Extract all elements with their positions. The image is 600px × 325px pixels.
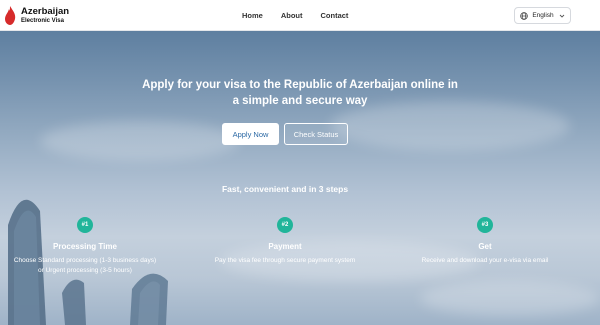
steps-heading: Fast, convenient and in 3 steps — [221, 184, 349, 194]
nav-home-link[interactable]: Home — [242, 11, 263, 20]
step-card: #1 Processing Time Choose Standard proce… — [0, 217, 180, 276]
step-title: Get — [478, 242, 492, 251]
step-description: Receive and download your e-visa via ema… — [390, 256, 580, 266]
language-label: English — [532, 12, 554, 19]
step-badge: #1 — [77, 217, 93, 233]
step-badge: #2 — [277, 217, 293, 233]
step-card: #2 Payment Pay the visa fee through secu… — [190, 217, 380, 266]
globe-icon — [520, 11, 529, 20]
step-description-line: Choose Standard processing (1-3 business… — [13, 257, 157, 264]
header-bar: Azerbaijan Electronic Visa Home About Co… — [0, 0, 600, 31]
step-description-line: Receive and download your e-visa via ema… — [421, 257, 549, 264]
hero-title-line2: a simple and secure way — [232, 95, 368, 107]
cloud — [420, 281, 600, 316]
language-selector[interactable]: English — [514, 7, 571, 24]
brand-subtitle: Electronic Visa — [21, 18, 64, 25]
hero-title-line1: Apply for your visa to the Republic of A… — [142, 79, 458, 91]
step-title: Payment — [268, 242, 302, 251]
step-description: Pay the visa fee through secure payment … — [190, 256, 380, 266]
brand-logo[interactable]: Azerbaijan Electronic Visa — [3, 5, 69, 26]
brand-title: Azerbaijan — [21, 5, 70, 17]
hero-title: Apply for your visa to the Republic of A… — [0, 77, 600, 109]
nav-contact-link[interactable]: Contact — [321, 11, 349, 20]
step-badge: #3 — [477, 217, 493, 233]
chevron-down-icon — [559, 14, 564, 18]
flame-icon — [5, 6, 16, 25]
apply-now-button[interactable]: Apply Now — [222, 123, 279, 145]
main-nav: Home About Contact — [242, 11, 366, 20]
step-description-line: Pay the visa fee through secure payment … — [214, 257, 356, 264]
nav-about-link[interactable]: About — [281, 11, 303, 20]
check-status-button[interactable]: Check Status — [284, 123, 348, 145]
cloud — [40, 121, 240, 161]
step-card: #3 Get Receive and download your e-visa … — [390, 217, 580, 266]
step-description-line: or Urgent processing (3-5 hours) — [38, 267, 132, 274]
hero-section: Apply for your visa to the Republic of A… — [0, 31, 600, 325]
step-title: Processing Time — [53, 242, 117, 251]
step-description: Choose Standard processing (1-3 business… — [0, 256, 180, 276]
